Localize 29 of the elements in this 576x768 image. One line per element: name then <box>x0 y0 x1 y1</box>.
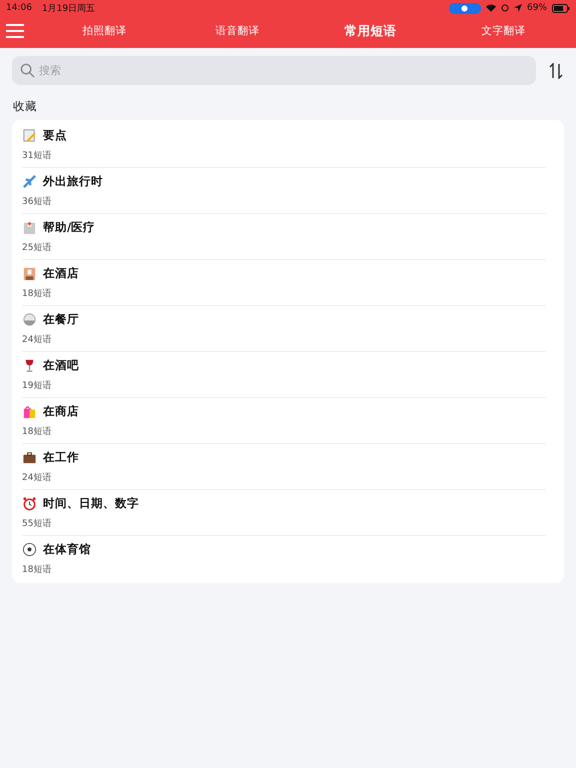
category-title[interactable]: 帮助/医疗 <box>43 220 96 235</box>
phrase-count: 25短语 <box>22 242 52 254</box>
phrase-count: 19短语 <box>22 380 52 392</box>
category-title[interactable]: 时间、日期、数字 <box>43 496 139 511</box>
phrase-count: 36短语 <box>22 196 52 208</box>
phrase-count: 18短语 <box>22 564 52 576</box>
category-title[interactable]: 在体育馆 <box>43 542 91 557</box>
phrase-count: 55短语 <box>22 518 52 530</box>
category-title[interactable]: 在餐厅 <box>43 312 79 327</box>
phrase-count: 24短语 <box>22 472 52 484</box>
category-title[interactable]: 在商店 <box>43 404 79 419</box>
status-date: 1月19日周五 <box>42 2 96 14</box>
category-title[interactable]: 在酒店 <box>43 266 79 281</box>
category-title[interactable]: 要点 <box>43 128 67 143</box>
category-title[interactable]: 在工作 <box>43 450 79 465</box>
category-title[interactable]: 在酒吧 <box>43 358 79 373</box>
phrase-count: 24短语 <box>22 334 52 346</box>
section-title: 收藏 <box>13 99 37 113</box>
phrase-count: 18短语 <box>22 288 52 300</box>
battery-percent: 69% <box>526 3 547 13</box>
phrase-count: 18短语 <box>22 426 52 438</box>
nav-tab[interactable]: 拍照翻译 <box>38 20 171 42</box>
phrase-count: 31短语 <box>22 150 52 162</box>
search-field[interactable]: 搜索 <box>12 56 536 85</box>
category-title[interactable]: 外出旅行时 <box>43 174 103 189</box>
nav-tab[interactable]: 文字翻译 <box>437 20 570 42</box>
status-time: 14:06 <box>6 3 32 13</box>
nav-tab[interactable]: 常用短语 <box>304 18 437 44</box>
nav-tab[interactable]: 语音翻译 <box>171 20 304 42</box>
